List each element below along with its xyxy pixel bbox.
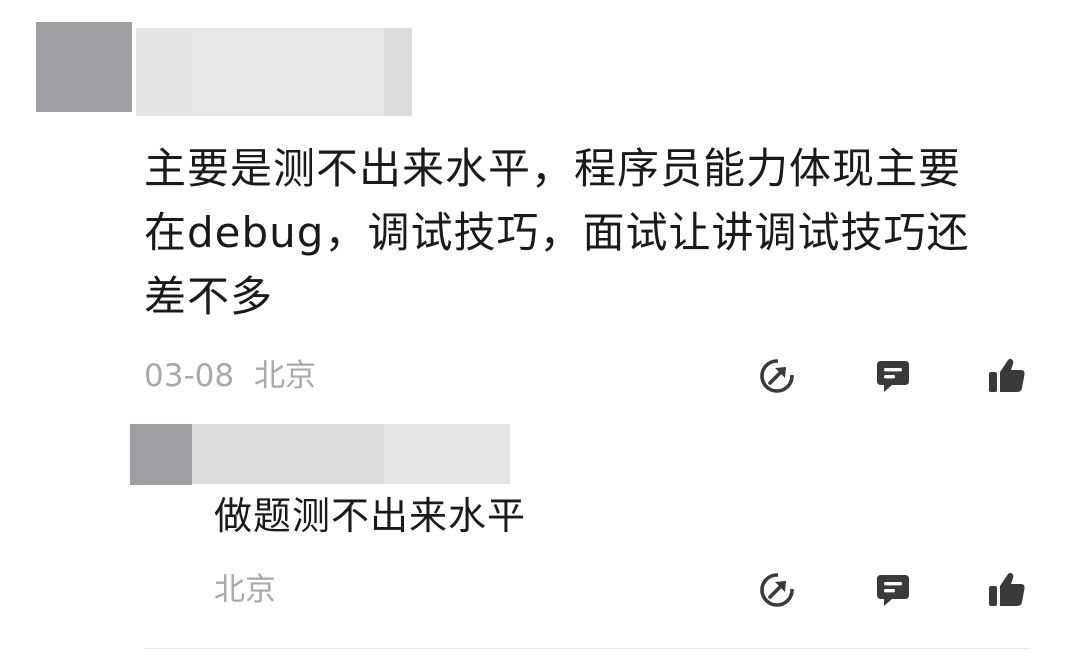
- thumbs-up-icon: [987, 570, 1027, 610]
- thumbs-up-icon: [987, 356, 1027, 396]
- reply-share-button[interactable]: [755, 568, 799, 612]
- comment-meta: 03-08 北京: [144, 354, 316, 398]
- share-button[interactable]: [755, 354, 799, 398]
- share-icon: [758, 357, 796, 395]
- comment-icon: [874, 357, 912, 395]
- reply-like-button[interactable]: [985, 568, 1029, 612]
- comment-date: 03-08: [144, 358, 235, 394]
- like-button[interactable]: [985, 354, 1029, 398]
- comment-text: 主要是测不出来水平，程序员能力体现主要在debug，调试技巧，面试让讲调试技巧还…: [144, 144, 970, 321]
- reply-avatar[interactable]: [130, 424, 192, 485]
- reply-location: 北京: [214, 572, 276, 608]
- reply-button[interactable]: [871, 354, 915, 398]
- comment-location: 北京: [253, 358, 316, 394]
- comment-icon: [874, 571, 912, 609]
- avatar[interactable]: [36, 22, 132, 112]
- divider: [144, 648, 1030, 649]
- share-icon: [758, 571, 796, 609]
- reply-reply-button[interactable]: [871, 568, 915, 612]
- reply-text: 做题测不出来水平: [214, 494, 527, 538]
